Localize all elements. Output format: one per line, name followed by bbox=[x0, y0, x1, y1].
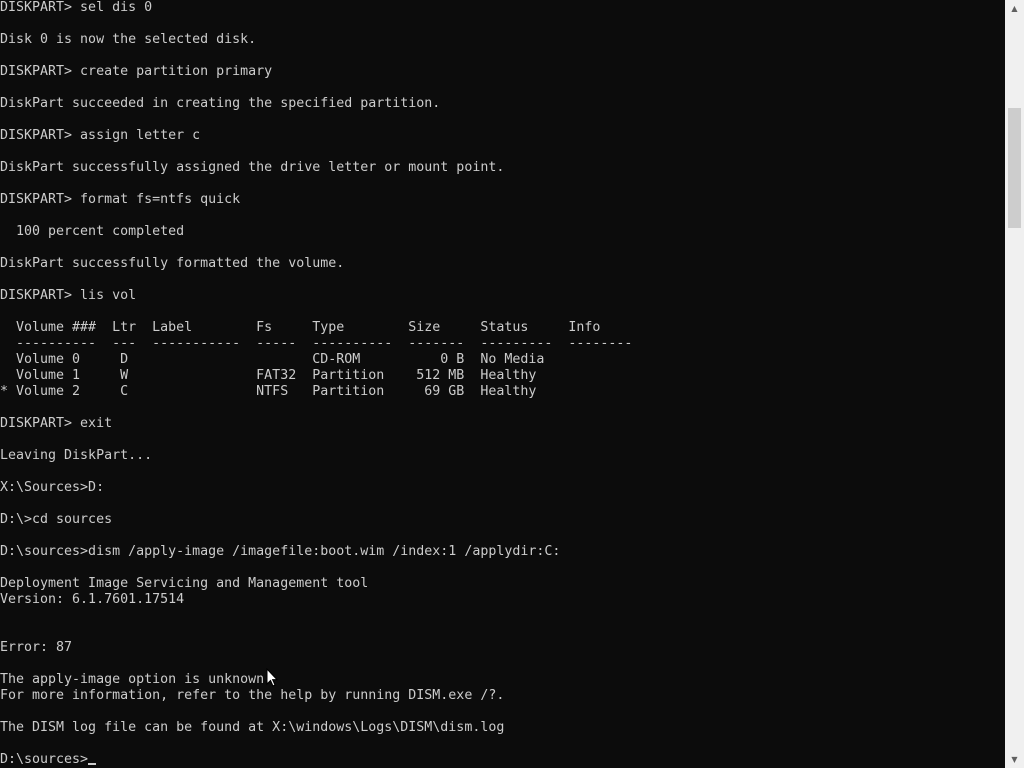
console-line: DISKPART> lis vol bbox=[0, 288, 632, 304]
console-line-text: DISKPART> format fs=ntfs quick bbox=[0, 192, 241, 207]
console-line-text: Leaving DiskPart... bbox=[0, 448, 153, 463]
vertical-scrollbar[interactable]: ▲ ▼ bbox=[1005, 0, 1024, 768]
console-line: DISKPART> exit bbox=[0, 416, 632, 432]
console-line: For more information, refer to the help … bbox=[0, 688, 632, 704]
console-line: The apply-image option is unknown. bbox=[0, 672, 632, 688]
console-line-text: D:\sources>dism /apply-image /imagefile:… bbox=[0, 544, 561, 559]
console-line-text: Volume 0 D CD-ROM 0 B No Media bbox=[0, 352, 545, 367]
console-line: Version: 6.1.7601.17514 bbox=[0, 592, 632, 608]
console-line-text: The apply-image option is unknown. bbox=[0, 672, 273, 687]
console-line: DISKPART> format fs=ntfs quick bbox=[0, 192, 632, 208]
scroll-down-arrow-icon[interactable]: ▼ bbox=[1005, 751, 1024, 768]
console-line-text: DISKPART> exit bbox=[0, 416, 113, 431]
console-line-text: D:\>cd sources bbox=[0, 512, 113, 527]
console-line-text: Volume 1 W FAT32 Partition 512 MB Health… bbox=[0, 368, 537, 383]
console-line: Volume 1 W FAT32 Partition 512 MB Health… bbox=[0, 368, 632, 384]
console-line: 100 percent completed bbox=[0, 224, 632, 240]
console-line-text: ---------- --- ----------- ----- -------… bbox=[0, 336, 633, 351]
scrollbar-thumb[interactable] bbox=[1008, 108, 1021, 228]
console-line: DiskPart succeeded in creating the speci… bbox=[0, 96, 632, 112]
console-line: DiskPart successfully assigned the drive… bbox=[0, 160, 632, 176]
console-line: * Volume 2 C NTFS Partition 69 GB Health… bbox=[0, 384, 632, 400]
console-line-text: X:\Sources>D: bbox=[0, 480, 105, 495]
console-line: Deployment Image Servicing and Managemen… bbox=[0, 576, 632, 592]
console-line-text: DiskPart successfully assigned the drive… bbox=[0, 160, 505, 175]
mouse-pointer-icon bbox=[266, 668, 278, 687]
console-line-text: DiskPart successfully formatted the volu… bbox=[0, 256, 345, 271]
console-line: ---------- --- ----------- ----- -------… bbox=[0, 336, 632, 352]
console-line-text: Disk 0 is now the selected disk. bbox=[0, 32, 257, 47]
console-line: X:\Sources>D: bbox=[0, 480, 632, 496]
console-line: The DISM log file can be found at X:\win… bbox=[0, 720, 632, 736]
console-line-text: For more information, refer to the help … bbox=[0, 688, 505, 703]
console-window[interactable]: DISKPART> sel dis 0 Disk 0 is now the sel… bbox=[0, 0, 1005, 768]
console-line: Leaving DiskPart... bbox=[0, 448, 632, 464]
console-line: DISKPART> assign letter c bbox=[0, 128, 632, 144]
console-line-text: DiskPart succeeded in creating the speci… bbox=[0, 96, 441, 111]
console-line-text: Error: 87 bbox=[0, 640, 73, 655]
console-line-text: Volume ### Ltr Label Fs Type Size Status… bbox=[0, 320, 601, 335]
console-line: Volume 0 D CD-ROM 0 B No Media bbox=[0, 352, 632, 368]
prompt-text: D:\sources> bbox=[0, 752, 89, 767]
console-line: DiskPart successfully formatted the volu… bbox=[0, 256, 632, 272]
console-line: D:\sources>dism /apply-image /imagefile:… bbox=[0, 544, 632, 560]
scroll-up-arrow-icon[interactable]: ▲ bbox=[1005, 0, 1024, 17]
text-cursor bbox=[88, 763, 97, 765]
console-line-text: DISKPART> sel dis 0 bbox=[0, 0, 153, 15]
console-line-text: DISKPART> assign letter c bbox=[0, 128, 201, 143]
console-line: DISKPART> create partition primary bbox=[0, 64, 632, 80]
console-line-text: DISKPART> lis vol bbox=[0, 288, 137, 303]
console-output: DISKPART> sel dis 0 Disk 0 is now the sel… bbox=[0, 0, 632, 768]
console-line: Error: 87 bbox=[0, 640, 632, 656]
console-line-text: * Volume 2 C NTFS Partition 69 GB Health… bbox=[0, 384, 537, 399]
prompt-line: D:\sources> bbox=[0, 752, 632, 768]
console-line: Disk 0 is now the selected disk. bbox=[0, 32, 632, 48]
console-line-text: Version: 6.1.7601.17514 bbox=[0, 592, 185, 607]
console-line: DISKPART> sel dis 0 bbox=[0, 0, 632, 16]
console-line-text: Deployment Image Servicing and Managemen… bbox=[0, 576, 369, 591]
console-line: Volume ### Ltr Label Fs Type Size Status… bbox=[0, 320, 632, 336]
console-line-text: 100 percent completed bbox=[0, 224, 185, 239]
console-line-text: The DISM log file can be found at X:\win… bbox=[0, 720, 505, 735]
console-line: D:\>cd sources bbox=[0, 512, 632, 528]
console-line-text: DISKPART> create partition primary bbox=[0, 64, 273, 79]
